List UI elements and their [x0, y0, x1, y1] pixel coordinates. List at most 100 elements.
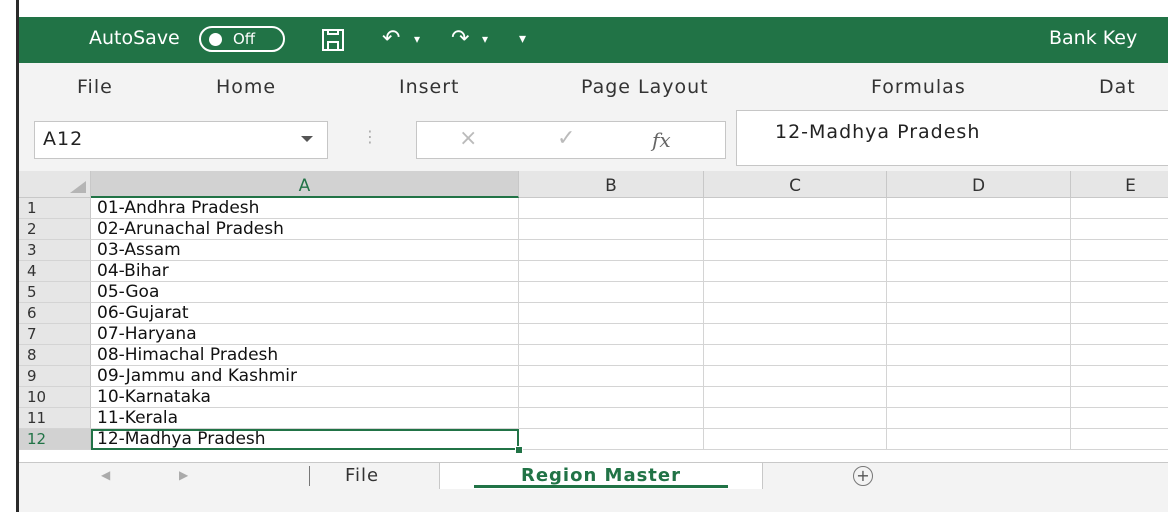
table-cell[interactable]: 08-Himachal Pradesh [91, 345, 519, 366]
tab-data[interactable]: Dat [1099, 76, 1136, 98]
column-header-c[interactable]: C [704, 171, 887, 198]
redo-icon[interactable]: ↷ [451, 26, 469, 52]
empty-cell[interactable] [704, 261, 887, 282]
empty-cell[interactable] [887, 303, 1071, 324]
empty-cell[interactable] [519, 429, 704, 450]
empty-cell[interactable] [1071, 198, 1168, 219]
row-header[interactable]: 10 [19, 387, 91, 408]
empty-cell[interactable] [704, 324, 887, 345]
empty-cell[interactable] [519, 408, 704, 429]
enter-check-icon[interactable]: ✓ [557, 126, 575, 151]
empty-cell[interactable] [1071, 324, 1168, 345]
empty-cell[interactable] [1071, 345, 1168, 366]
empty-cell[interactable] [519, 387, 704, 408]
empty-cell[interactable] [704, 366, 887, 387]
column-header-a[interactable]: A [91, 171, 519, 198]
column-header-e[interactable]: E [1071, 171, 1168, 198]
row-header[interactable]: 6 [19, 303, 91, 324]
row-header[interactable]: 1 [19, 198, 91, 219]
customize-toolbar-icon[interactable]: ▾ [519, 26, 526, 52]
row-header[interactable]: 4 [19, 261, 91, 282]
empty-cell[interactable] [519, 219, 704, 240]
empty-cell[interactable] [519, 261, 704, 282]
scroll-right-icon[interactable]: ▶ [179, 468, 188, 482]
table-cell[interactable]: 11-Kerala [91, 408, 519, 429]
row-header[interactable]: 11 [19, 408, 91, 429]
sheet-tab-region-master[interactable]: Region Master [439, 463, 763, 489]
empty-cell[interactable] [1071, 261, 1168, 282]
row-header[interactable]: 3 [19, 240, 91, 261]
autosave-toggle[interactable]: Off [199, 26, 285, 52]
tab-formulas[interactable]: Formulas [871, 76, 966, 98]
column-header-d[interactable]: D [887, 171, 1071, 198]
empty-cell[interactable] [887, 387, 1071, 408]
empty-cell[interactable] [519, 282, 704, 303]
empty-cell[interactable] [1071, 303, 1168, 324]
empty-cell[interactable] [1071, 240, 1168, 261]
empty-cell[interactable] [519, 303, 704, 324]
empty-cell[interactable] [887, 198, 1071, 219]
empty-cell[interactable] [519, 240, 704, 261]
empty-cell[interactable] [1071, 219, 1168, 240]
sheet-tab-file[interactable]: File [345, 463, 379, 489]
empty-cell[interactable] [887, 324, 1071, 345]
empty-cell[interactable] [887, 261, 1071, 282]
cancel-icon[interactable]: × [459, 126, 477, 151]
empty-cell[interactable] [704, 429, 887, 450]
table-cell[interactable]: 07-Haryana [91, 324, 519, 345]
table-cell[interactable]: 09-Jammu and Kashmir [91, 366, 519, 387]
empty-cell[interactable] [887, 219, 1071, 240]
empty-cell[interactable] [704, 282, 887, 303]
empty-cell[interactable] [887, 366, 1071, 387]
row-header[interactable]: 8 [19, 345, 91, 366]
undo-dropdown-icon[interactable]: ▾ [414, 26, 420, 52]
empty-cell[interactable] [519, 198, 704, 219]
empty-cell[interactable] [519, 366, 704, 387]
empty-cell[interactable] [887, 429, 1071, 450]
empty-cell[interactable] [887, 282, 1071, 303]
tab-insert[interactable]: Insert [399, 76, 460, 98]
empty-cell[interactable] [1071, 408, 1168, 429]
empty-cell[interactable] [704, 240, 887, 261]
empty-cell[interactable] [1071, 429, 1168, 450]
tab-page-layout[interactable]: Page Layout [581, 76, 709, 98]
empty-cell[interactable] [887, 240, 1071, 261]
fill-handle[interactable] [515, 446, 523, 454]
row-header[interactable]: 7 [19, 324, 91, 345]
empty-cell[interactable] [704, 219, 887, 240]
table-cell[interactable]: 10-Karnataka [91, 387, 519, 408]
select-all-corner[interactable] [19, 171, 91, 198]
row-header[interactable]: 12 [19, 429, 91, 450]
table-cell[interactable]: 04-Bihar [91, 261, 519, 282]
tab-home[interactable]: Home [216, 76, 276, 98]
name-box[interactable]: A12 [34, 121, 328, 159]
row-header[interactable]: 2 [19, 219, 91, 240]
scroll-left-icon[interactable]: ◀ [101, 468, 110, 482]
table-cell[interactable]: 01-Andhra Pradesh [91, 198, 519, 219]
empty-cell[interactable] [704, 303, 887, 324]
empty-cell[interactable] [519, 324, 704, 345]
undo-icon[interactable]: ↶ [382, 26, 400, 52]
empty-cell[interactable] [704, 198, 887, 219]
formula-input[interactable]: 12-Madhya Pradesh [736, 110, 1168, 166]
drag-handle-icon[interactable]: ⋮ [362, 127, 378, 146]
tab-file[interactable]: File [77, 76, 113, 98]
redo-dropdown-icon[interactable]: ▾ [482, 26, 488, 52]
save-icon[interactable] [322, 29, 344, 51]
empty-cell[interactable] [519, 345, 704, 366]
empty-cell[interactable] [704, 408, 887, 429]
empty-cell[interactable] [1071, 387, 1168, 408]
table-cell[interactable]: 02-Arunachal Pradesh [91, 219, 519, 240]
table-cell[interactable]: 05-Goa [91, 282, 519, 303]
empty-cell[interactable] [704, 345, 887, 366]
active-cell[interactable]: 12-Madhya Pradesh [91, 429, 519, 450]
chevron-down-icon[interactable] [301, 136, 313, 142]
column-header-b[interactable]: B [519, 171, 704, 198]
empty-cell[interactable] [704, 387, 887, 408]
plus-circle-icon[interactable]: + [853, 466, 873, 486]
table-cell[interactable]: 03-Assam [91, 240, 519, 261]
insert-function-icon[interactable]: fx [652, 128, 671, 152]
empty-cell[interactable] [887, 345, 1071, 366]
empty-cell[interactable] [1071, 282, 1168, 303]
empty-cell[interactable] [1071, 366, 1168, 387]
